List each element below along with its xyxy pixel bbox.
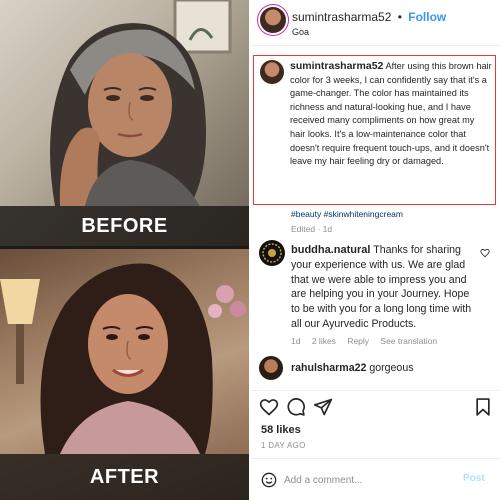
comment-input[interactable] <box>284 471 454 489</box>
caption-author-avatar[interactable] <box>260 60 284 84</box>
comment-meta: 1d 2 likes Reply See translation <box>291 336 446 346</box>
brand-logo-icon <box>262 243 282 263</box>
follow-button[interactable]: Follow <box>408 10 446 24</box>
bookmark-icon[interactable] <box>473 397 493 417</box>
post-panel: sumintrasharma52 • Follow Goa sumintrash… <box>251 0 500 500</box>
before-photo: BEFORE <box>0 0 249 246</box>
comment-likes[interactable]: 2 likes <box>312 336 336 346</box>
after-portrait-illustration <box>0 263 246 454</box>
comment-text: gorgeous <box>369 362 414 374</box>
action-bar <box>259 397 494 419</box>
comment-heart-icon[interactable] <box>480 248 490 258</box>
commenter-avatar[interactable] <box>259 356 283 380</box>
likes-count[interactable]: 58 likes <box>261 424 301 436</box>
comment-body: rahulsharma22 gorgeous <box>291 362 414 374</box>
after-label: AFTER <box>89 465 160 488</box>
before-portrait-illustration <box>50 0 232 206</box>
before-label-band: BEFORE <box>0 206 249 246</box>
commenter-avatar[interactable] <box>259 240 285 266</box>
post-location[interactable]: Goa <box>292 27 309 37</box>
caption-hashtags[interactable]: #beauty #skinwhiteningcream <box>291 209 403 219</box>
caption-highlight: sumintrasharma52 After using this brown … <box>253 55 496 205</box>
comment-username[interactable]: rahulsharma22 <box>291 362 366 374</box>
reply-button[interactable]: Reply <box>347 336 369 346</box>
add-comment-bar: Post <box>251 460 500 500</box>
comment-age: 1d <box>291 336 301 346</box>
divider <box>251 390 500 391</box>
comment-icon[interactable] <box>286 397 306 417</box>
post-button[interactable]: Post <box>463 473 485 484</box>
divider <box>251 458 500 459</box>
post-caption: sumintrasharma52 After using this brown … <box>290 60 492 169</box>
after-photo: AFTER <box>0 249 249 500</box>
author-username[interactable]: sumintrasharma52 <box>292 10 391 24</box>
see-translation-button[interactable]: See translation <box>380 336 437 346</box>
author-avatar[interactable] <box>260 7 286 33</box>
caption-meta: Edited · 1d <box>291 224 333 234</box>
comment-text: Thanks for sharing your experience with … <box>291 244 472 330</box>
comment-username[interactable]: buddha.natural <box>291 244 370 256</box>
before-after-image: BEFORE AFTER <box>0 0 249 500</box>
heart-icon[interactable] <box>259 397 279 417</box>
send-icon[interactable] <box>313 397 333 417</box>
author-line: sumintrasharma52 • Follow <box>292 10 446 24</box>
caption-username[interactable]: sumintrasharma52 <box>290 60 383 72</box>
comment-body: buddha.natural Thanks for sharing your e… <box>291 243 481 332</box>
separator-dot: • <box>397 10 402 24</box>
post-header: sumintrasharma52 • Follow Goa <box>251 0 500 46</box>
post-time: 1 DAY AGO <box>261 441 306 450</box>
before-label: BEFORE <box>81 214 168 237</box>
caption-text: After using this brown hair color for 3 … <box>290 61 492 167</box>
after-label-band: AFTER <box>0 454 249 500</box>
smiley-icon[interactable] <box>261 472 277 488</box>
